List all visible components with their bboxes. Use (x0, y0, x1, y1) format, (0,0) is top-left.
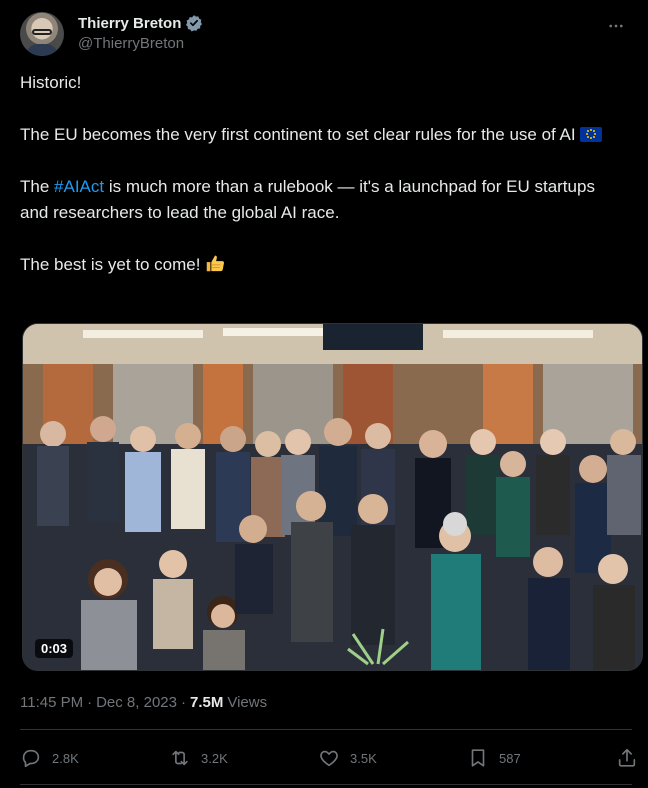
action-bar: 2.8K 3.2K 3.5K 587 (20, 744, 640, 772)
bookmark-button[interactable]: 587 (467, 747, 527, 769)
tweet-paragraph-1: Historic! (20, 70, 620, 96)
reply-count: 2.8K (52, 750, 79, 766)
tweet-text-p3-pre: The (20, 177, 55, 196)
views-count[interactable]: 7.5M (190, 694, 223, 711)
repost-count: 3.2K (201, 750, 228, 766)
tweet-date[interactable]: Dec 8, 2023 (96, 694, 177, 711)
share-icon (618, 748, 636, 767)
author-handle[interactable]: @ThierryBreton (78, 35, 203, 52)
avatar-glasses (32, 29, 52, 35)
heart-icon (320, 750, 338, 767)
like-count: 3.5K (350, 750, 377, 766)
verified-badge-icon (186, 15, 203, 32)
tweet-text: Historic! The EU becomes the very first … (20, 70, 620, 278)
more-options-button[interactable] (604, 14, 628, 38)
divider-top (20, 729, 632, 730)
tweet-time[interactable]: 11:45 PM (20, 694, 83, 711)
meta-separator: · (180, 694, 186, 711)
avatar-shirt (26, 44, 58, 56)
hashtag-link[interactable]: #AIAct (54, 177, 104, 196)
reply-icon (22, 749, 40, 768)
tweet-text-p1: Historic! (20, 73, 82, 92)
divider-bottom (20, 784, 632, 785)
like-button[interactable]: 3.5K (318, 747, 378, 769)
repost-icon (172, 750, 188, 766)
tweet-header: Thierry Breton @ThierryBreton (20, 12, 632, 60)
avatar[interactable] (20, 12, 64, 56)
display-name[interactable]: Thierry Breton (78, 15, 181, 32)
tweet-text-p4: The best is yet to come! (20, 255, 201, 274)
tweet-paragraph-3: The #AIAct is much more than a rulebook … (20, 174, 620, 226)
tweet-paragraph-4: The best is yet to come! (20, 252, 620, 278)
bookmark-icon (471, 749, 485, 767)
meta-separator: · (87, 694, 93, 711)
display-name-row: Thierry Breton (78, 13, 203, 33)
video-player[interactable]: 0:03 (22, 323, 643, 671)
eu-flag-icon (579, 127, 602, 142)
tweet-text-p3-post: is much more than a rulebook — it's a la… (20, 177, 595, 222)
views-label: Views (227, 694, 268, 711)
group-photo-image (23, 324, 642, 670)
thumbs-up-icon (207, 255, 225, 272)
repost-button[interactable]: 3.2K (169, 747, 229, 769)
share-button[interactable] (616, 747, 640, 769)
reply-button[interactable]: 2.8K (20, 747, 80, 769)
tweet-metadata: 11:45 PM · Dec 8, 2023 · 7.5M Views (20, 694, 267, 711)
tweet-text-p2: The EU becomes the very first continent … (20, 125, 576, 144)
video-timecode: 0:03 (35, 639, 74, 658)
more-icon (609, 24, 623, 28)
author-names: Thierry Breton @ThierryBreton (78, 13, 203, 52)
tweet-paragraph-2: The EU becomes the very first continent … (20, 122, 620, 148)
bookmark-count: 587 (499, 750, 521, 766)
tweet: Thierry Breton @ThierryBreton Historic! … (0, 0, 648, 788)
